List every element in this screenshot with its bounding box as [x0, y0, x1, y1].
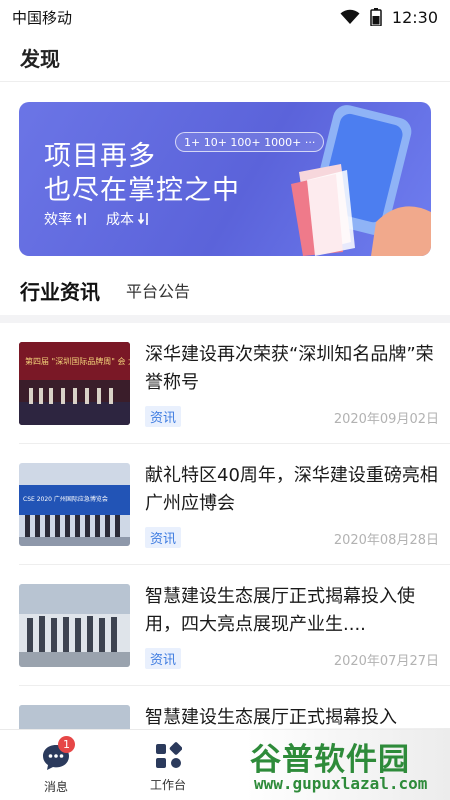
- watermark-title: 谷普软件园: [250, 742, 410, 778]
- unread-badge: 1: [58, 736, 75, 753]
- news-thumbnail: CSE 2020 广州国际应急博览会: [19, 463, 130, 546]
- cost-label: 成本: [106, 209, 150, 229]
- news-item[interactable]: CSE 2020 广州国际应急博览会 献礼特区40周年，深华建设重磅亮相广州应博…: [19, 444, 450, 565]
- banner-subline: 效率 成本: [44, 209, 150, 229]
- clock: 12:30: [391, 7, 438, 27]
- news-item[interactable]: 第四届 "深圳国际品牌周" 会 大 深华建设再次荣获“深圳知名品牌”荣誉称号 资…: [19, 323, 450, 444]
- news-title: 献礼特区40周年，深华建设重磅亮相广州应博会: [145, 465, 438, 514]
- carrier-name: 中国移动: [12, 8, 73, 27]
- banner-headline-2: 也尽在掌控之中: [44, 175, 240, 206]
- nav-messages-label: 消息: [43, 780, 68, 794]
- watermark-url: www.gupuxlazal.com: [254, 774, 428, 793]
- page-header: 发现: [0, 34, 450, 82]
- news-tag: 资讯: [145, 648, 182, 669]
- news-date: 2020年07月27日: [333, 654, 439, 669]
- news-tag: 资讯: [145, 406, 182, 427]
- site-watermark: 谷普软件园 www.gupuxlazal.com: [246, 728, 450, 800]
- battery-icon: [370, 8, 382, 26]
- nav-workbench-label: 工作台: [149, 778, 186, 792]
- news-title: 深华建设再次荣获“深圳知名品牌”荣誉称号: [145, 344, 434, 393]
- phone-illustration: [291, 105, 431, 256]
- promo-banner[interactable]: 项目再多 也尽在掌控之中 1+ 10+ 100+ 1000+ ··· 效率 成本: [19, 102, 431, 256]
- news-tabs: 行业资讯 平台公告: [0, 265, 450, 315]
- news-thumbnail: [19, 584, 130, 667]
- arrow-down-icon: [138, 213, 148, 225]
- grid-apps-icon: [156, 742, 182, 768]
- news-date: 2020年08月28日: [333, 533, 439, 548]
- status-icons: 12:30: [340, 8, 438, 27]
- news-tag: 资讯: [145, 527, 182, 548]
- thumbnail-caption: 第四届 "深圳国际品牌周" 会 大: [25, 356, 130, 366]
- page-title: 发现: [20, 47, 60, 71]
- nav-workbench[interactable]: 工作台: [112, 730, 224, 800]
- thumbnail-caption: CSE 2020 广州国际应急博览会: [23, 495, 108, 503]
- arrow-up-icon: [76, 213, 86, 225]
- section-divider: [0, 315, 450, 323]
- news-title: 智慧建设生态展厅正式揭幕投入使用，四大亮点展现产业生....: [145, 586, 415, 635]
- news-thumbnail: 第四届 "深圳国际品牌周" 会 大: [19, 342, 130, 425]
- status-bar: 中国移动 12:30: [0, 0, 450, 34]
- wifi-icon: [340, 9, 360, 24]
- news-date: 2020年09月02日: [333, 412, 439, 427]
- tab-platform-notice[interactable]: 平台公告: [126, 278, 190, 302]
- efficiency-label: 效率: [44, 209, 88, 229]
- news-item[interactable]: 智慧建设生态展厅正式揭幕投入使用，四大亮点展现产业生.... 资讯 2020年0…: [19, 565, 450, 686]
- tab-industry-news[interactable]: 行业资讯: [20, 276, 100, 305]
- nav-messages[interactable]: 1 消息: [0, 730, 112, 800]
